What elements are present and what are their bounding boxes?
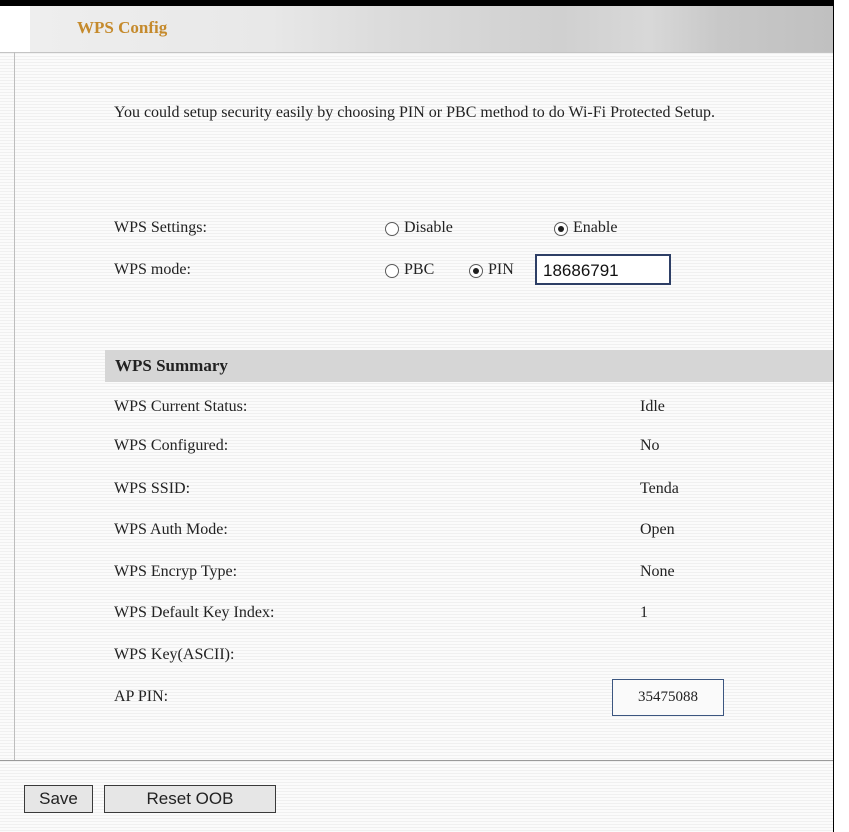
wps-disable-radio[interactable] <box>385 222 399 236</box>
summary-header: WPS Summary <box>105 350 833 382</box>
key-ascii-label: WPS Key(ASCII): <box>114 646 235 663</box>
ap-pin-label: AP PIN: <box>114 688 169 705</box>
ssid-label: WPS SSID: <box>114 480 191 497</box>
top-border <box>0 0 849 6</box>
pin-input[interactable] <box>535 254 671 285</box>
page-header: WPS Config <box>0 6 833 53</box>
configured-value: No <box>640 437 660 454</box>
default-key-index-label: WPS Default Key Index: <box>114 604 275 621</box>
wps-settings-label: WPS Settings: <box>114 219 207 236</box>
wps-pbc-radio[interactable] <box>385 264 399 278</box>
auth-mode-value: Open <box>640 521 675 538</box>
auth-mode-label: WPS Auth Mode: <box>114 521 228 538</box>
encryp-type-value: None <box>640 563 675 580</box>
right-margin <box>834 0 849 832</box>
wps-mode-label: WPS mode: <box>114 261 191 278</box>
configured-label: WPS Configured: <box>114 437 229 454</box>
left-divider <box>14 52 15 760</box>
reset-oob-button[interactable]: Reset OOB <box>104 785 276 813</box>
ap-pin-value: 35475088 <box>612 679 724 716</box>
wps-disable-label: Disable <box>404 219 453 236</box>
ssid-value: Tenda <box>640 480 679 497</box>
footer-divider <box>0 760 833 761</box>
header-spacer <box>0 6 30 52</box>
default-key-index-value: 1 <box>640 604 648 621</box>
wps-pin-radio[interactable] <box>469 264 483 278</box>
page-title: WPS Config <box>77 18 168 37</box>
current-status-label: WPS Current Status: <box>114 398 248 415</box>
current-status-value: Idle <box>640 398 665 415</box>
wps-config-panel: WPS Config You could setup security easi… <box>0 0 849 832</box>
encryp-type-label: WPS Encryp Type: <box>114 563 238 580</box>
summary-title: WPS Summary <box>115 356 228 375</box>
wps-enable-radio[interactable] <box>554 222 568 236</box>
wps-enable-label: Enable <box>573 219 618 236</box>
wps-pbc-label: PBC <box>404 261 435 278</box>
wps-pin-label: PIN <box>488 261 514 278</box>
intro-text: You could setup security easily by choos… <box>114 104 715 121</box>
save-button[interactable]: Save <box>24 785 93 813</box>
